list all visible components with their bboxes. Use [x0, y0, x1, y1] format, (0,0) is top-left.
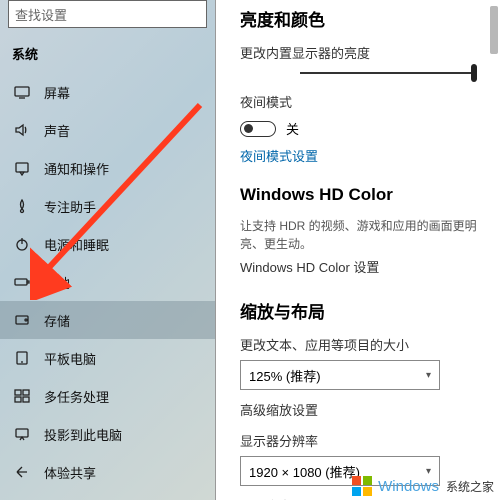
brightness-desc: 更改内置显示器的亮度 — [240, 43, 500, 62]
sidebar-item-notifications[interactable]: 通知和操作 — [0, 149, 215, 187]
sidebar-item-label: 声音 — [44, 121, 70, 140]
sidebar-item-label: 屏幕 — [44, 83, 70, 102]
search-placeholder: 查找设置 — [15, 5, 67, 24]
text-size-select[interactable]: 125% (推荐) ▾ — [240, 360, 440, 390]
battery-icon — [14, 274, 30, 290]
sidebar-item-label: 存储 — [44, 311, 70, 330]
sound-icon — [14, 122, 30, 138]
focus-assist-icon — [14, 198, 30, 214]
night-mode-toggle[interactable] — [240, 121, 276, 137]
sidebar-items: 屏幕 声音 通知和操作 专注助手 电源和睡眠 电池 存储 平板电 — [0, 73, 215, 500]
windows-logo-icon — [352, 476, 372, 496]
resolution-value: 1920 × 1080 (推荐) — [249, 462, 360, 481]
sidebar-item-tablet[interactable]: 平板电脑 — [0, 339, 215, 377]
sidebar: 查找设置 系统 屏幕 声音 通知和操作 专注助手 电源和睡眠 电池 — [0, 0, 216, 500]
scrollbar[interactable] — [488, 0, 498, 500]
hd-color-desc: 让支持 HDR 的视频、游戏和应用的画面更明亮、更生动。 — [240, 217, 500, 253]
hd-color-heading: Windows HD Color — [240, 185, 500, 205]
sidebar-title: 系统 — [0, 36, 215, 73]
content-panel: 亮度和颜色 更改内置显示器的亮度 夜间模式 关 夜间模式设置 Windows H… — [216, 0, 500, 500]
sidebar-item-display[interactable]: 屏幕 — [0, 73, 215, 111]
sidebar-item-label: 电池 — [44, 273, 70, 292]
sidebar-item-storage[interactable]: 存储 — [0, 301, 215, 339]
sidebar-item-sound[interactable]: 声音 — [0, 111, 215, 149]
sidebar-item-clipboard[interactable]: 剪贴板 — [0, 491, 215, 500]
sidebar-item-label: 平板电脑 — [44, 349, 96, 368]
notifications-icon — [14, 160, 30, 176]
scrollbar-thumb[interactable] — [490, 6, 498, 54]
orientation-label: 显示方向 — [240, 496, 500, 500]
night-mode-label: 夜间模式 — [240, 92, 500, 111]
sidebar-item-label: 专注助手 — [44, 197, 96, 216]
sidebar-item-projecting[interactable]: 投影到此电脑 — [0, 415, 215, 453]
storage-icon — [14, 312, 30, 328]
sidebar-item-label: 体验共享 — [44, 463, 96, 482]
brightness-heading: 亮度和颜色 — [240, 6, 500, 31]
night-mode-state: 关 — [286, 119, 299, 138]
watermark: Windows 系统之家 — [352, 476, 494, 496]
chevron-down-icon: ▾ — [426, 466, 431, 477]
sidebar-item-label: 通知和操作 — [44, 159, 109, 178]
sidebar-item-focus-assist[interactable]: 专注助手 — [0, 187, 215, 225]
text-size-label: 更改文本、应用等项目的大小 — [240, 335, 500, 354]
chevron-down-icon: ▾ — [426, 370, 431, 381]
sidebar-item-label: 多任务处理 — [44, 387, 109, 406]
brightness-slider[interactable] — [240, 72, 500, 74]
sidebar-item-shared-experiences[interactable]: 体验共享 — [0, 453, 215, 491]
tablet-icon — [14, 350, 30, 366]
sidebar-item-multitasking[interactable]: 多任务处理 — [0, 377, 215, 415]
multitasking-icon — [14, 388, 30, 404]
display-icon — [14, 84, 30, 100]
shared-icon — [14, 464, 30, 480]
sidebar-item-label: 电源和睡眠 — [44, 235, 109, 254]
hd-color-settings-link[interactable]: Windows HD Color 设置 — [240, 257, 500, 276]
advanced-scaling-link[interactable]: 高级缩放设置 — [240, 400, 500, 419]
sidebar-item-power-sleep[interactable]: 电源和睡眠 — [0, 225, 215, 263]
night-mode-settings-link[interactable]: 夜间模式设置 — [240, 146, 500, 165]
resolution-label: 显示器分辨率 — [240, 431, 500, 450]
search-input[interactable]: 查找设置 — [8, 0, 207, 28]
watermark-brand: Windows — [378, 478, 439, 495]
scale-heading: 缩放与布局 — [240, 298, 500, 323]
watermark-sub: 系统之家 — [446, 478, 494, 495]
slider-thumb[interactable] — [471, 64, 477, 82]
projecting-icon — [14, 426, 30, 442]
sidebar-item-battery[interactable]: 电池 — [0, 263, 215, 301]
sidebar-item-label: 投影到此电脑 — [44, 425, 122, 444]
power-icon — [14, 236, 30, 252]
text-size-value: 125% (推荐) — [249, 366, 321, 385]
